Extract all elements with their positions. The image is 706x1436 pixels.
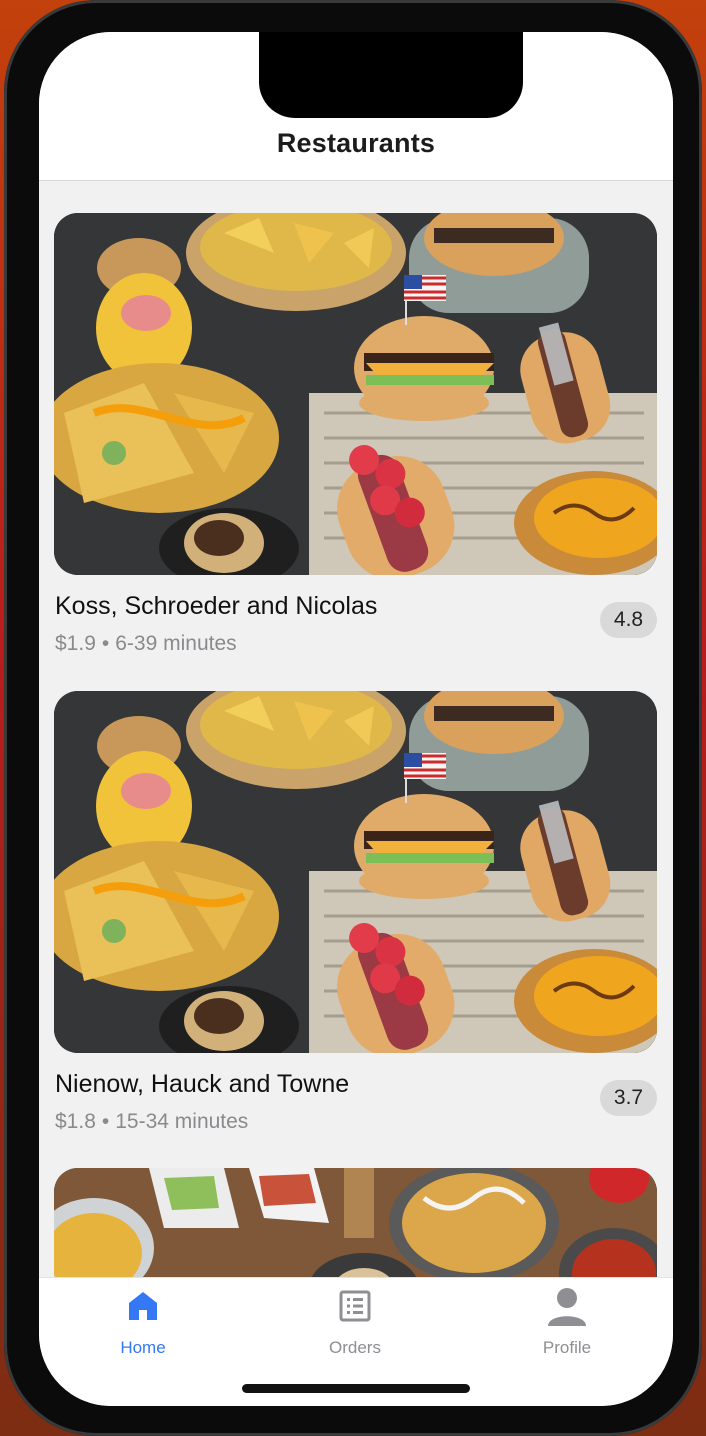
restaurant-photo	[54, 691, 657, 1053]
restaurant-card[interactable]: Nienow, Hauck and Towne $1.8 • 15-34 minut…	[54, 691, 657, 1133]
meta-separator: •	[101, 632, 110, 655]
page-title: Restaurants	[276, 128, 436, 158]
tab-orders[interactable]: Orders	[275, 1288, 435, 1358]
home-icon	[129, 1292, 157, 1320]
delivery-time: 6-39 minutes	[115, 632, 237, 655]
restaurant-name: Nienow, Hauck and Towne	[55, 1070, 350, 1098]
restaurant-card[interactable]	[54, 1168, 657, 1277]
meta-separator: •	[101, 1110, 110, 1133]
delivery-price: $1.9	[55, 632, 96, 655]
phone-frame: Restaurants Koss, Schroeder and Nicolas …	[4, 0, 702, 1436]
home-indicator	[242, 1384, 470, 1393]
app-screen: Restaurants Koss, Schroeder and Nicolas …	[39, 32, 673, 1406]
restaurant-photo	[54, 213, 657, 575]
rating-badge: 4.8	[600, 602, 657, 638]
person-icon	[548, 1288, 586, 1326]
restaurant-card[interactable]: Koss, Schroeder and Nicolas $1.9 • 6-39 mi…	[54, 213, 657, 655]
delivery-time: 15-34 minutes	[115, 1110, 249, 1133]
tab-label: Orders	[329, 1338, 381, 1357]
restaurant-meta: $1.8 • 15-34 minutes	[55, 1110, 248, 1134]
list-icon	[339, 1290, 371, 1322]
tab-label: Home	[120, 1338, 166, 1357]
device-notch	[259, 32, 523, 118]
restaurant-list[interactable]: Koss, Schroeder and Nicolas $1.9 • 6-39 mi…	[39, 181, 673, 1277]
tab-home[interactable]: Home	[63, 1288, 223, 1358]
tab-label: Profile	[542, 1338, 592, 1357]
restaurant-name: Koss, Schroeder and Nicolas	[55, 592, 378, 620]
rating-badge: 3.7	[600, 1080, 657, 1116]
restaurant-photo	[54, 1168, 657, 1277]
restaurant-meta: $1.9 • 6-39 minutes	[55, 632, 237, 656]
delivery-price: $1.8	[55, 1110, 96, 1133]
tab-profile[interactable]: Profile	[487, 1288, 647, 1358]
